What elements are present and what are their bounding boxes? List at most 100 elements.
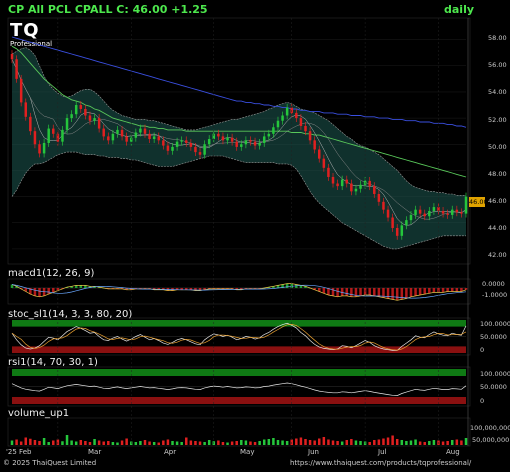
candle-body — [340, 179, 344, 187]
candle-body — [107, 136, 110, 141]
volume-bar — [244, 440, 248, 445]
macd-histogram-bar — [47, 288, 50, 295]
candle-body — [258, 142, 261, 146]
volume-bar — [331, 440, 335, 445]
candle-body — [198, 152, 202, 155]
price-tick: 56.00 — [488, 61, 507, 69]
volume-title: volume_up1 — [8, 408, 70, 419]
candle-body — [38, 144, 41, 154]
volume-bar — [42, 438, 46, 445]
volume-bar — [295, 438, 298, 445]
volume-bar — [15, 439, 18, 445]
volume-bar — [143, 440, 147, 445]
volume-bar — [180, 442, 183, 445]
candle-body — [281, 115, 284, 121]
volume-bar — [171, 441, 174, 445]
candle-body — [47, 128, 50, 143]
candle-body — [194, 146, 197, 153]
macd-histogram-bar — [455, 288, 459, 292]
candle-body — [299, 118, 303, 126]
volume-bar — [267, 439, 271, 445]
chart-canvas[interactable] — [0, 0, 510, 472]
candle-body — [15, 59, 18, 79]
macd-histogram-bar — [79, 285, 83, 288]
volume-bar — [345, 440, 349, 445]
candle-body — [285, 107, 289, 116]
macd-histogram-bar — [446, 288, 449, 292]
macd-histogram-bar — [391, 288, 394, 300]
volume-bar — [93, 439, 96, 445]
rsi-overbought-zone — [12, 369, 466, 376]
macd-histogram-bar — [405, 288, 408, 299]
macd-histogram-bar — [377, 288, 381, 297]
price-tick: 54.00 — [488, 88, 507, 96]
volume-bar — [97, 440, 101, 445]
volume-bar — [276, 440, 280, 445]
candle-body — [61, 129, 64, 142]
volume-bar — [74, 441, 78, 445]
candle-body — [162, 140, 165, 146]
volume-tick: 50,000,000 — [472, 436, 510, 444]
candle-body — [29, 116, 32, 132]
volume-bar — [33, 440, 37, 445]
volume-bar — [258, 441, 261, 445]
volume-bar — [47, 442, 50, 445]
macd-histogram-bar — [33, 288, 37, 296]
candle-body — [116, 129, 119, 134]
date-label: Aug — [446, 448, 460, 456]
candle-body — [409, 214, 413, 221]
volume-bar — [318, 438, 321, 445]
volume-bar — [373, 440, 376, 445]
rsi-line — [11, 382, 467, 396]
candle-body — [336, 183, 339, 187]
rsi-title: rsi1(14, 70, 30, 1) — [8, 357, 98, 368]
candle-body — [350, 183, 353, 192]
date-label: Apr — [164, 448, 177, 456]
volume-bar — [395, 439, 399, 445]
candle-body — [345, 179, 349, 184]
candle-body — [175, 141, 179, 147]
candle-body — [125, 136, 128, 142]
candle-body — [180, 140, 183, 142]
price-tick: 58.00 — [488, 34, 507, 42]
candle-body — [331, 176, 335, 184]
candle-body — [418, 209, 422, 214]
candle-body — [52, 128, 55, 134]
macd-histogram-bar — [414, 288, 417, 296]
website-link[interactable]: https://www.thaiquest.com/products/tqpro… — [290, 459, 471, 467]
volume-bar — [111, 442, 115, 445]
volume-bar — [217, 440, 220, 445]
date-label: May — [240, 448, 255, 456]
candle-body — [157, 136, 160, 141]
candle-body — [446, 213, 449, 215]
macd-tick: -1.0000 — [482, 291, 508, 299]
stochastic-pane — [11, 320, 467, 353]
macd-histogram-bar — [464, 288, 468, 290]
candle-body — [120, 129, 124, 137]
candle-body — [240, 144, 243, 147]
macd-histogram-bar — [350, 288, 353, 297]
macd-histogram-bar — [423, 288, 426, 295]
candle-body — [450, 209, 454, 215]
candle-body — [359, 184, 362, 189]
candle-body — [166, 145, 170, 151]
volume-bar — [70, 440, 73, 445]
macd-histogram-bar — [322, 288, 326, 294]
candle-body — [207, 139, 211, 145]
macd-histogram-bar — [336, 288, 339, 297]
candle-body — [373, 186, 376, 194]
volume-bar — [65, 435, 69, 445]
macd-histogram-bar — [373, 288, 376, 296]
candle-body — [97, 118, 101, 129]
volume-bar — [460, 440, 463, 445]
candle-body — [152, 136, 156, 140]
candle-body — [19, 78, 23, 103]
candle-body — [354, 188, 358, 192]
volume-bar — [409, 440, 413, 445]
volume-bar — [308, 440, 312, 445]
rsi-oversold-zone — [12, 397, 466, 404]
price-tick: 50.00 — [488, 143, 507, 151]
volume-bar — [175, 441, 179, 445]
candle-body — [400, 225, 404, 236]
volume-bar — [134, 442, 138, 445]
